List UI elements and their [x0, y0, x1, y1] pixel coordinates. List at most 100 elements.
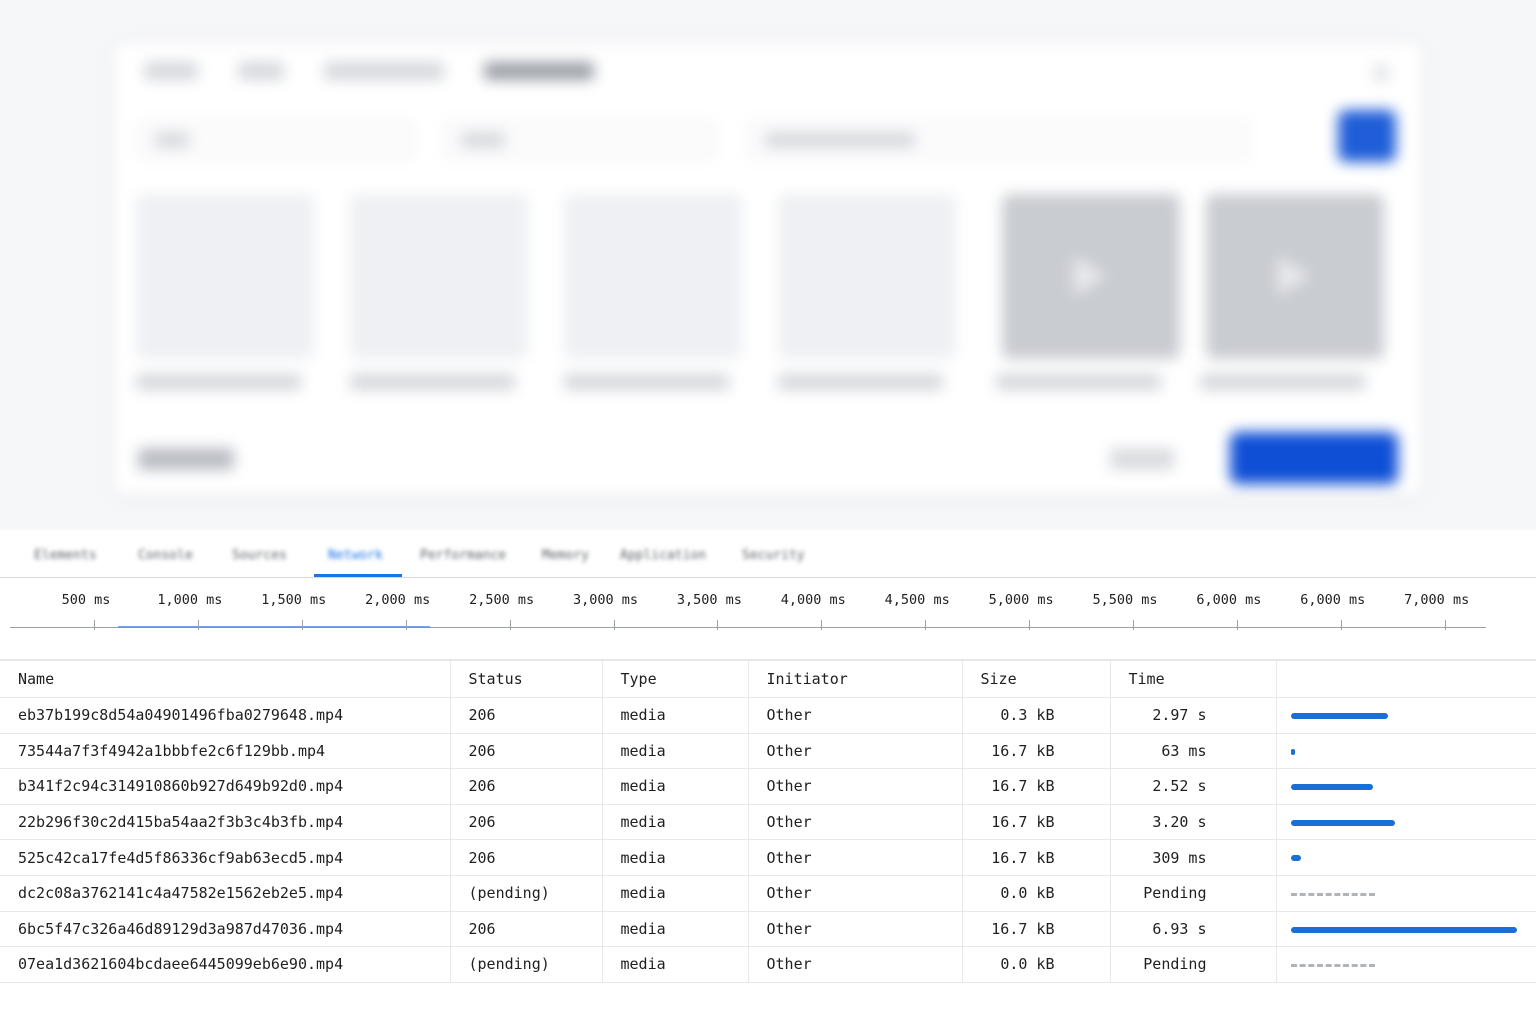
confirm-button	[1230, 432, 1398, 484]
tab-console[interactable]: Console	[138, 548, 193, 563]
waterfall-bar	[1290, 713, 1388, 719]
request-time: 2.97 s	[1110, 697, 1277, 734]
request-status: 206	[450, 804, 603, 841]
request-waterfall	[1276, 804, 1536, 841]
request-time-value: 3.20 s	[1152, 813, 1207, 832]
timeline-tick-mark	[405, 620, 407, 630]
request-status: 206	[450, 768, 603, 805]
timeline-tick-mark	[94, 620, 95, 630]
column-header-time[interactable]: Time	[1110, 660, 1277, 698]
request-initiator: Other	[748, 839, 963, 876]
media-picker-dialog	[114, 44, 1422, 494]
timeline-tick-label: 4,500 ms	[884, 592, 950, 608]
media-thumbnail	[350, 194, 528, 359]
table-row[interactable]: 6bc5f47c326a46d89129d3a987d47036.mp4 206 m…	[0, 911, 1536, 948]
request-type: media	[602, 911, 749, 948]
timeline-tick-label: 1,500 ms	[261, 592, 327, 608]
cancel-button	[1110, 448, 1174, 470]
timeline-tick-mark	[717, 620, 719, 630]
request-size: 0.0 kB	[962, 946, 1111, 983]
request-name: dc2c08a3762141c4a47582e1562eb2e5.mp4	[0, 875, 451, 912]
timeline-tick-label: 500 ms	[61, 592, 111, 608]
timeline-tick-label: 5,000 ms	[988, 592, 1054, 608]
tab-network[interactable]: Network	[328, 548, 383, 563]
request-type: media	[602, 697, 749, 734]
waterfall-pending-marker	[1290, 964, 1375, 968]
timeline-tick-mark	[613, 620, 615, 630]
request-size: 16.7 kB	[962, 804, 1111, 841]
request-size-value: 16.7 kB	[991, 777, 1055, 796]
breadcrumb-item	[238, 62, 284, 80]
timeline-overview-bar	[118, 626, 430, 628]
table-row[interactable]: eb37b199c8d54a04901496fba0279648.mp4 206 m…	[0, 697, 1536, 734]
timeline-tick-mark	[1029, 620, 1031, 630]
timeline-tick-label: 1,000 ms	[157, 592, 223, 608]
tab-security[interactable]: Security	[742, 548, 805, 563]
table-row[interactable]: b341f2c94c314910860b927d649b92d0.mp4 206 m…	[0, 768, 1536, 805]
network-timeline-overview[interactable]: 500 ms 1,000 ms 1,500 ms 2,000 ms 2,500 ms 3,…	[0, 578, 1536, 660]
timeline-tick-mark	[301, 620, 303, 630]
table-row[interactable]: 525c42ca17fe4d5f86336cf9ab63ecd5.mp4 206 m…	[0, 839, 1536, 876]
tab-memory[interactable]: Memory	[542, 548, 589, 563]
table-row[interactable]: dc2c08a3762141c4a47582e1562eb2e5.mp4 (pen…	[0, 875, 1536, 912]
column-header-status[interactable]: Status	[450, 660, 603, 698]
timeline-tick-mark	[1444, 620, 1446, 630]
request-name: 6bc5f47c326a46d89129d3a987d47036.mp4	[0, 911, 451, 948]
thumbnail-caption	[778, 374, 943, 390]
request-time-value: Pending	[1143, 955, 1207, 974]
request-waterfall	[1276, 839, 1536, 876]
request-status: 206	[450, 839, 603, 876]
blurred-page-background	[0, 0, 1536, 530]
request-type: media	[602, 733, 749, 770]
tab-performance[interactable]: Performance	[420, 548, 506, 563]
request-type: media	[602, 804, 749, 841]
timeline-tick-label: 6,000 ms	[1196, 592, 1262, 608]
table-row[interactable]: 73544a7f3f4942a1bbbfe2c6f129bb.mp4 206 med…	[0, 733, 1536, 770]
timeline-tick-mark	[925, 620, 927, 630]
request-size-value: 16.7 kB	[991, 919, 1055, 938]
waterfall-bar	[1290, 855, 1301, 862]
request-initiator: Other	[748, 768, 963, 805]
table-row[interactable]: 07ea1d3621604bcdaee6445099eb6e90.mp4 (pen…	[0, 946, 1536, 983]
video-thumbnail	[1002, 194, 1180, 359]
table-header-row: Name Status Type Initiator Size Time	[0, 660, 1536, 698]
request-initiator: Other	[748, 697, 963, 734]
request-type: media	[602, 875, 749, 912]
column-header-type[interactable]: Type	[602, 660, 749, 698]
timeline-tick-mark	[1340, 620, 1342, 630]
request-initiator: Other	[748, 946, 963, 983]
tab-application[interactable]: Application	[620, 548, 706, 563]
request-time: 2.52 s	[1110, 768, 1277, 805]
request-size: 16.7 kB	[962, 911, 1111, 948]
tab-elements[interactable]: Elements	[34, 548, 97, 563]
column-header-size[interactable]: Size	[962, 660, 1111, 698]
request-size-value: 0.0 kB	[1000, 884, 1055, 903]
selection-count	[138, 448, 234, 470]
tab-sources[interactable]: Sources	[232, 548, 287, 563]
column-header-initiator[interactable]: Initiator	[748, 660, 963, 698]
network-request-table: Name Status Type Initiator Size Time eb3…	[0, 660, 1536, 983]
breadcrumb-item-current	[484, 62, 594, 80]
request-status: (pending)	[450, 875, 603, 912]
column-header-name[interactable]: Name	[0, 660, 451, 698]
column-header-waterfall[interactable]	[1276, 660, 1536, 698]
thumbnail-caption	[564, 374, 729, 390]
filter-select	[444, 120, 714, 160]
request-size: 16.7 kB	[962, 733, 1111, 770]
media-thumbnail	[136, 194, 314, 359]
request-size-value: 16.7 kB	[991, 848, 1055, 867]
request-name: 73544a7f3f4942a1bbbfe2c6f129bb.mp4	[0, 733, 451, 770]
request-waterfall	[1276, 911, 1536, 948]
request-time: 3.20 s	[1110, 804, 1277, 841]
timeline-tick-mark	[509, 620, 511, 630]
waterfall-bar	[1290, 819, 1395, 826]
thumbnail-caption	[350, 374, 515, 390]
request-time: Pending	[1110, 946, 1277, 983]
breadcrumb-item	[324, 62, 444, 80]
request-name: 22b296f30c2d415ba54aa2f3b3c4b3fb.mp4	[0, 804, 451, 841]
timeline-tick-label: 5,500 ms	[1092, 592, 1158, 608]
request-time-value: 6.93 s	[1152, 919, 1207, 938]
request-name: eb37b199c8d54a04901496fba0279648.mp4	[0, 697, 451, 734]
devtools-tab-bar: Elements Console Sources Network Perform…	[0, 530, 1536, 578]
table-row[interactable]: 22b296f30c2d415ba54aa2f3b3c4b3fb.mp4 206 m…	[0, 804, 1536, 841]
